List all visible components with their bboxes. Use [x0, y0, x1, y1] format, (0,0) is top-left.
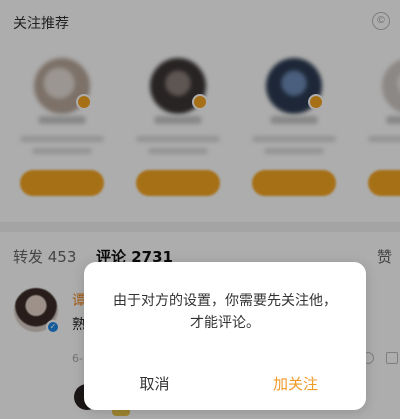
screen: 关注推荐 © 转发 453 评论 2731 赞 ✓ 谭 熟 6- 由于对方的设置… [0, 0, 400, 419]
dialog-message-line: 才能评论。 [190, 315, 260, 331]
dialog-actions: 取消 加关注 [84, 358, 366, 410]
follow-button[interactable]: 加关注 [225, 358, 366, 410]
dialog-message-line: 由于对方的设置，你需要先关注他， [113, 293, 337, 309]
dialog-message: 由于对方的设置，你需要先关注他， 才能评论。 [100, 290, 350, 334]
permission-dialog: 由于对方的设置，你需要先关注他， 才能评论。 取消 加关注 [84, 262, 366, 410]
cancel-button[interactable]: 取消 [84, 358, 225, 410]
